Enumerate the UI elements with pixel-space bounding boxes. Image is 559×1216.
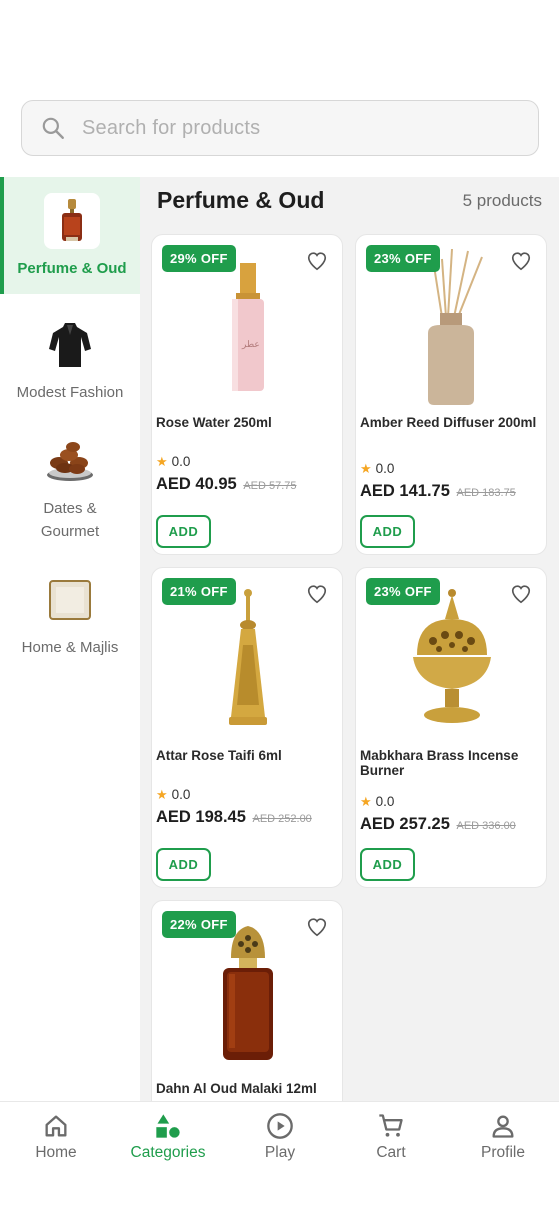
sidebar-item-label: Modest Fashion: [16, 384, 124, 401]
add-to-cart-button[interactable]: ADD: [360, 848, 415, 881]
nav-cart[interactable]: Cart: [335, 1112, 447, 1162]
categories-screen: Search for products Perfume & Oud Modest…: [0, 0, 559, 1216]
home-icon: [45, 1115, 67, 1137]
perfume-oud-thumbnail: [44, 193, 100, 249]
product-name: Dahn Al Oud Malaki 12ml: [156, 1081, 317, 1096]
product-count: 5 products: [462, 191, 542, 210]
modest-fashion-thumbnail: [42, 317, 98, 373]
nav-home[interactable]: Home: [0, 1112, 112, 1162]
add-to-cart-button[interactable]: ADD: [156, 515, 211, 548]
nav-categories[interactable]: Categories: [112, 1112, 224, 1162]
product-rating: ★ 0.0: [360, 794, 395, 809]
search-bar[interactable]: Search for products: [21, 100, 539, 156]
product-rating: ★ 0.0: [360, 461, 395, 476]
wishlist-heart-icon[interactable]: [510, 250, 532, 272]
product-price: AED 141.75 AED 183.75: [360, 482, 516, 500]
discount-badge: 23% OFF: [366, 578, 440, 605]
star-icon: ★: [360, 794, 372, 809]
category-sidebar: Perfume & Oud Modest Fashion Dates & Gou…: [0, 177, 140, 1101]
categories-icon: [156, 1114, 180, 1138]
old-price: AED 252.00: [252, 813, 312, 825]
product-card[interactable]: 22% OFF Dahn Al Oud Malaki 12ml: [151, 900, 343, 1101]
add-to-cart-button[interactable]: ADD: [156, 848, 211, 881]
product-price: AED 257.25 AED 336.00: [360, 815, 516, 833]
sidebar-item-label: Dates & Gourmet: [40, 500, 100, 540]
nav-label: Cart: [376, 1144, 406, 1161]
old-price: AED 336.00: [456, 820, 516, 832]
product-name: Attar Rose Taifi 6ml: [156, 748, 282, 763]
product-card[interactable]: 23% OFF Mabkhara Brass Incense Burner ★ 0…: [355, 567, 547, 888]
product-name: Rose Water 250ml: [156, 415, 272, 430]
home-majlis-thumbnail: [42, 572, 98, 628]
search-placeholder: Search for products: [82, 116, 261, 139]
product-name: Mabkhara Brass Incense Burner: [360, 748, 519, 778]
search-icon: [42, 117, 64, 139]
wishlist-heart-icon[interactable]: [510, 583, 532, 605]
product-name: Amber Reed Diffuser 200ml: [360, 415, 537, 430]
product-rating: ★ 0.0: [156, 787, 191, 802]
product-rating: ★ 0.0: [156, 454, 191, 469]
cart-icon: [379, 1114, 403, 1137]
sidebar-item-home-majlis[interactable]: Home & Majlis: [0, 572, 140, 672]
product-card[interactable]: عطر 29% OFF Rose Water 250ml ★ 0.0 AED 40…: [151, 234, 343, 555]
bottom-navigation: Home Categories Play Cart Profile: [0, 1101, 559, 1216]
star-icon: ★: [156, 787, 168, 802]
old-price: AED 183.75: [456, 487, 516, 499]
discount-badge: 22% OFF: [162, 911, 236, 938]
product-list: Perfume & Oud 5 products عطر 29% OFF Ros…: [140, 177, 559, 1101]
sidebar-item-label: Home & Majlis: [21, 639, 119, 656]
play-icon: [267, 1113, 293, 1139]
nav-play[interactable]: Play: [224, 1112, 336, 1162]
discount-badge: 29% OFF: [162, 245, 236, 272]
star-icon: ★: [360, 461, 372, 476]
nav-label: Home: [35, 1144, 77, 1161]
sidebar-item-dates-gourmet[interactable]: Dates & Gourmet: [0, 433, 140, 543]
add-to-cart-button[interactable]: ADD: [360, 515, 415, 548]
nav-profile[interactable]: Profile: [447, 1112, 559, 1162]
sidebar-item-perfume-oud[interactable]: Perfume & Oud: [0, 177, 140, 294]
discount-badge: 23% OFF: [366, 245, 440, 272]
product-price: AED 198.45 AED 252.00: [156, 808, 312, 826]
product-card[interactable]: 21% OFF Attar Rose Taifi 6ml ★ 0.0 AED 19…: [151, 567, 343, 888]
nav-label: Categories: [130, 1144, 206, 1161]
old-price: AED 57.75: [243, 480, 297, 492]
nav-label: Profile: [481, 1144, 525, 1161]
product-card[interactable]: 23% OFF Amber Reed Diffuser 200ml ★ 0.0 A…: [355, 234, 547, 555]
svg-text:عطر: عطر: [241, 340, 260, 350]
wishlist-heart-icon[interactable]: [306, 583, 328, 605]
wishlist-heart-icon[interactable]: [306, 916, 328, 938]
category-title: Perfume & Oud: [157, 187, 325, 213]
sidebar-item-label: Perfume & Oud: [17, 260, 127, 277]
product-price: AED 40.95 AED 57.75: [156, 475, 297, 493]
wishlist-heart-icon[interactable]: [306, 250, 328, 272]
sidebar-item-modest-fashion[interactable]: Modest Fashion: [0, 317, 140, 417]
discount-badge: 21% OFF: [162, 578, 236, 605]
nav-label: Play: [264, 1144, 296, 1161]
dates-gourmet-thumbnail: [42, 433, 98, 489]
star-icon: ★: [156, 454, 168, 469]
profile-icon: [492, 1115, 514, 1138]
